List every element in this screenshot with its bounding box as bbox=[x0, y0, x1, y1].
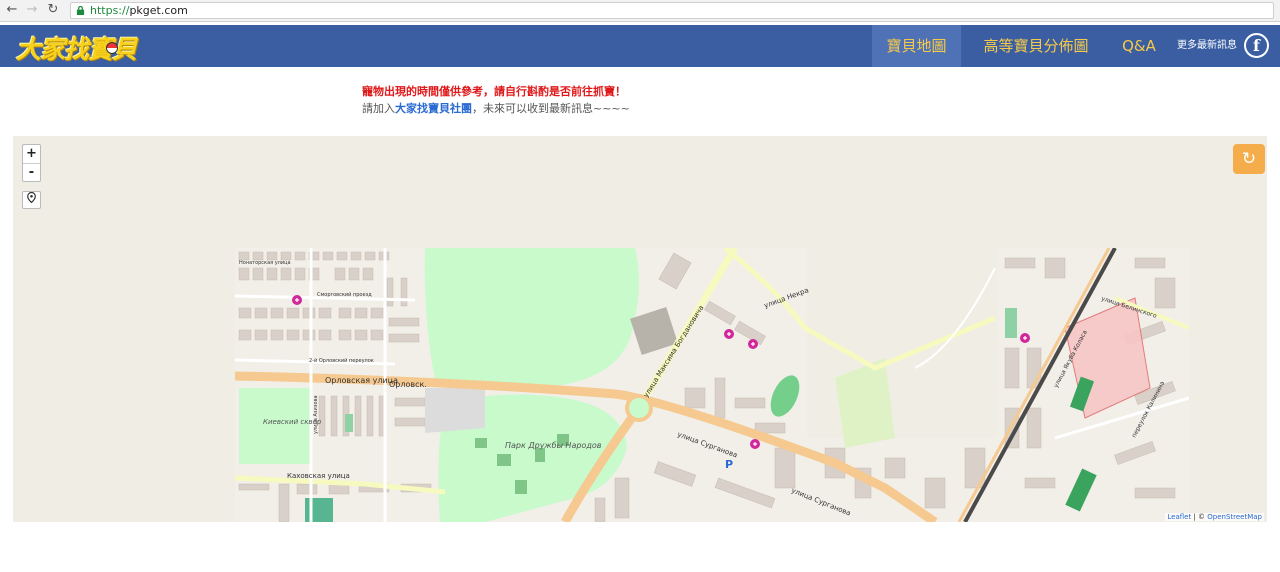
map-label-nonatorskaya: Нонаторская улица bbox=[239, 260, 291, 266]
url-domain: pkget.com bbox=[129, 4, 188, 17]
url-scheme: https:// bbox=[90, 4, 130, 17]
map-label-orlovsky-lane: 2-й Орловский переулок bbox=[309, 357, 374, 364]
lock-icon bbox=[76, 6, 85, 15]
facebook-icon[interactable]: f bbox=[1244, 33, 1269, 58]
url-text: https://pkget.com bbox=[90, 4, 188, 17]
arrow-right-icon[interactable]: → bbox=[24, 2, 40, 18]
map-tiles[interactable]: Орловская улица Орловск. Каховская улица… bbox=[235, 248, 1189, 522]
join-prefix: 請加入 bbox=[362, 102, 395, 115]
refresh-icon: ↻ bbox=[1241, 149, 1257, 169]
map-pin-icon bbox=[27, 191, 36, 204]
browser-toolbar: ← → ↻ https://pkget.com bbox=[0, 0, 1280, 22]
leaflet-link[interactable]: Leaflet bbox=[1167, 513, 1191, 521]
warning-notice: 寵物出現的時間僅供參考，請自行斟酌是否前往抓寶！ bbox=[362, 85, 626, 98]
map-label-smorgovsky: Сморговский проезд bbox=[317, 291, 372, 298]
reload-icon[interactable]: ↻ bbox=[45, 2, 61, 18]
nav-treasure-map[interactable]: 寶貝地圖 bbox=[872, 25, 961, 67]
join-suffix: ，未來可以收到最新訊息~~~~ bbox=[472, 102, 630, 115]
nav-high-level-distribution[interactable]: 高等寶貝分佈圖 bbox=[970, 25, 1102, 67]
site-header: 大家找寶貝 寶貝地圖 高等寶貝分佈圖 Q&A 更多最新訊息 f bbox=[0, 25, 1280, 67]
map-attribution: Leaflet | © OpenStreetMap bbox=[1165, 513, 1264, 521]
locate-button[interactable] bbox=[22, 191, 41, 209]
arrow-left-icon[interactable]: ← bbox=[4, 2, 20, 18]
zoom-control: + - bbox=[22, 144, 41, 182]
refresh-button[interactable]: ↻ bbox=[1233, 144, 1265, 174]
join-group-link[interactable]: 大家找寶貝社團 bbox=[395, 102, 472, 115]
map-label-orlovskaya: Орловская улица bbox=[325, 376, 398, 385]
map-container[interactable]: Орловская улица Орловск. Каховская улица… bbox=[13, 136, 1267, 522]
map-label-friendship-park: Парк Дружбы Народов bbox=[505, 441, 602, 450]
address-bar[interactable]: https://pkget.com bbox=[70, 2, 1274, 19]
attribution-separator: | © bbox=[1191, 513, 1208, 521]
zoom-out-button[interactable]: - bbox=[23, 163, 40, 181]
map-label-kakhovskaya: Каховская улица bbox=[287, 472, 350, 480]
join-notice: 請加入大家找寶貝社團，未來可以收到最新訊息~~~~ bbox=[362, 100, 630, 116]
osm-link[interactable]: OpenStreetMap bbox=[1207, 513, 1262, 521]
map-label-azizova: улица Азизова bbox=[313, 395, 319, 434]
nav-qa[interactable]: Q&A bbox=[1114, 25, 1164, 67]
map-label-parking: P bbox=[725, 458, 733, 471]
nav-more-news[interactable]: 更多最新訊息 bbox=[1172, 25, 1242, 67]
zoom-in-button[interactable]: + bbox=[23, 145, 40, 163]
pokeball-icon bbox=[106, 42, 118, 54]
site-logo[interactable]: 大家找寶貝 bbox=[16, 30, 137, 66]
map-label-orlovsk: Орловск. bbox=[389, 380, 427, 389]
